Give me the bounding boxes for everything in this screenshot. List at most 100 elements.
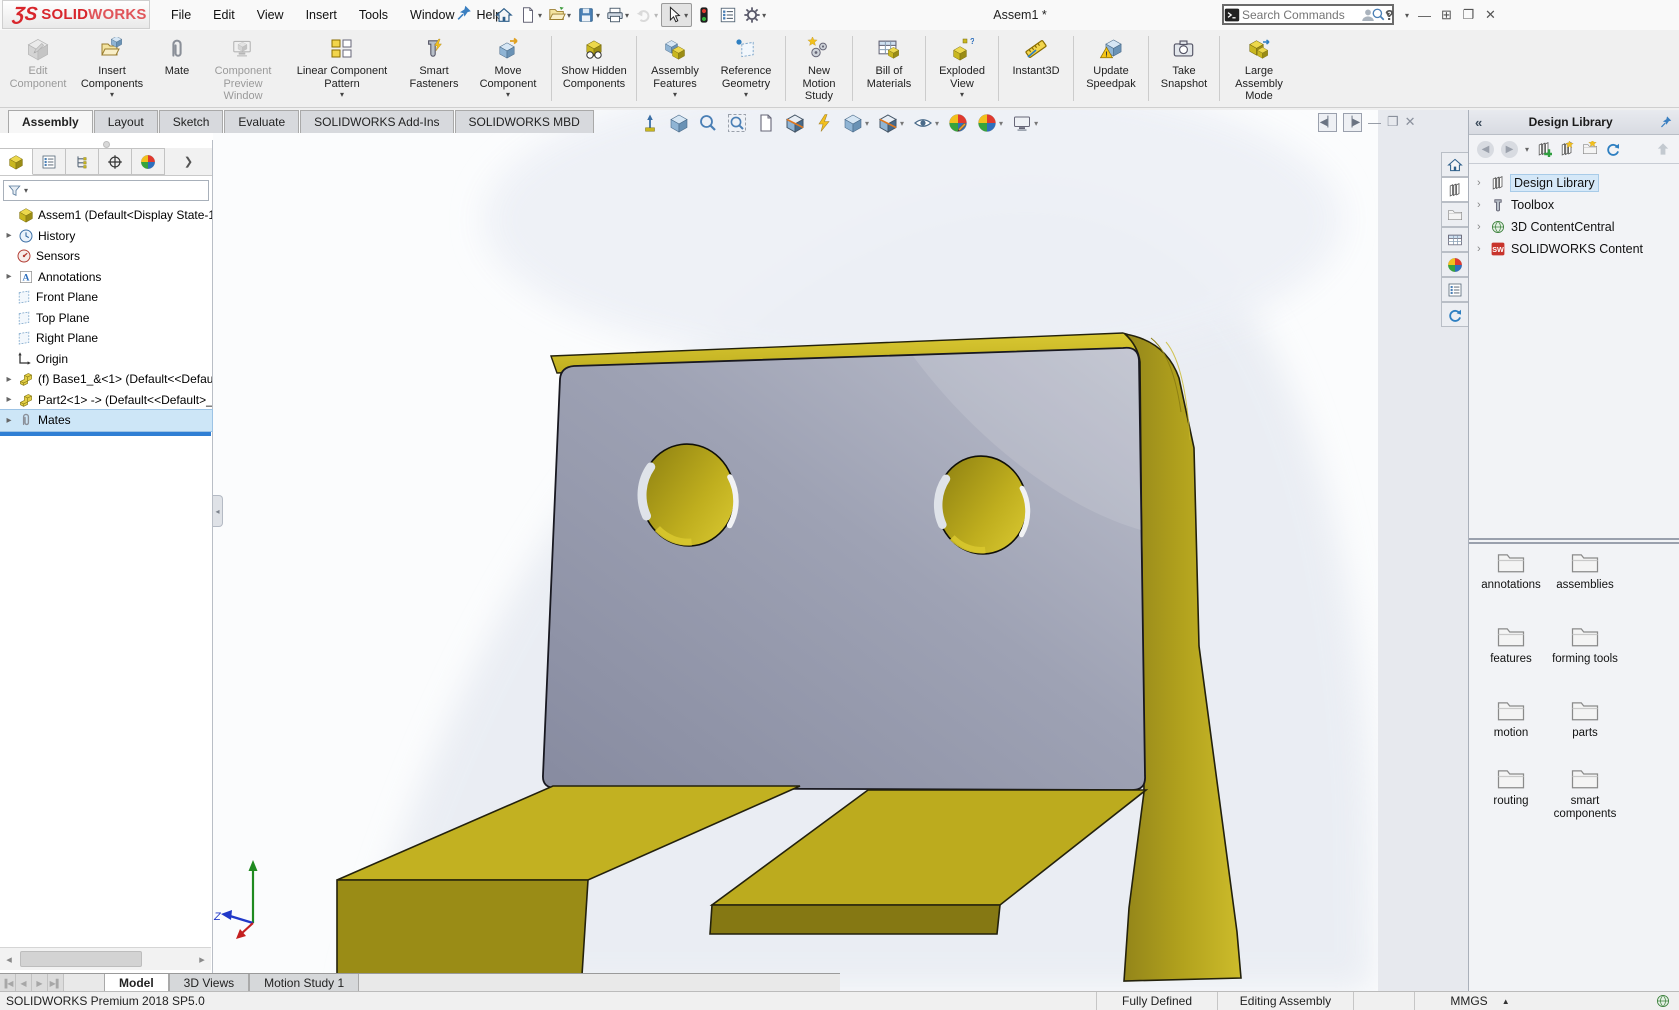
new-motion-study-button[interactable]: New Motion Study: [789, 30, 849, 107]
folder-motion[interactable]: motion: [1475, 698, 1547, 740]
forward-button[interactable]: ▶: [1501, 141, 1518, 158]
tab-layout[interactable]: Layout: [94, 110, 158, 133]
configurationmanager-tab[interactable]: [66, 148, 99, 175]
custom-properties-tab[interactable]: [1441, 277, 1468, 302]
add-to-library-icon[interactable]: [1536, 141, 1552, 157]
exploded-view-button[interactable]: ? Exploded View ▾: [929, 30, 995, 107]
help-button[interactable]: ?: [1380, 4, 1399, 26]
search-input[interactable]: [1240, 7, 1371, 23]
doc-close-button[interactable]: ✕: [1405, 114, 1416, 130]
zoom-previous-button[interactable]: [698, 113, 718, 133]
doc-minimize-button[interactable]: —: [1368, 115, 1381, 130]
insert-components-button[interactable]: Insert Components ▾: [72, 30, 152, 107]
library-item-design-library[interactable]: › Design Library: [1469, 172, 1679, 194]
add-file-location-icon[interactable]: [1559, 141, 1575, 157]
show-hidden-components-button[interactable]: Show Hidden Components: [555, 30, 633, 107]
forum-tab[interactable]: [1441, 302, 1468, 327]
restore-button[interactable]: ❐: [1459, 4, 1478, 26]
zoom-to-fit-button[interactable]: [669, 113, 689, 133]
part-part2-gray-plate[interactable]: [543, 348, 1145, 790]
folder-forming-tools[interactable]: forming tools: [1549, 624, 1621, 666]
propertymanager-tab[interactable]: [33, 148, 66, 175]
mate-button[interactable]: Mate: [152, 30, 202, 107]
expand-panes-button[interactable]: ⊞: [1437, 4, 1456, 26]
menu-tools[interactable]: Tools: [348, 8, 399, 22]
first-tab-button[interactable]: ▐◀: [0, 974, 16, 992]
doc-restore-button[interactable]: ❐: [1387, 114, 1399, 130]
zoom-to-area-button[interactable]: [727, 113, 747, 133]
tree-horizontal-scrollbar[interactable]: ◂ ▸: [0, 947, 211, 970]
view-orientation-button[interactable]: ▾: [843, 113, 869, 133]
component-preview-window-button[interactable]: Component Preview Window: [202, 30, 284, 107]
tab-3d-views[interactable]: 3D Views: [169, 974, 249, 992]
view-triad-button[interactable]: [640, 113, 660, 133]
tree-item-origin[interactable]: Origin: [0, 349, 212, 370]
help-dropdown-arrow[interactable]: ▾: [1402, 4, 1412, 26]
tab-sketch[interactable]: Sketch: [159, 110, 224, 133]
tab-assembly[interactable]: Assembly: [8, 110, 93, 133]
panel-grip[interactable]: [0, 140, 212, 148]
move-up-icon[interactable]: [1655, 141, 1671, 157]
instant3d-button[interactable]: Instant3D: [1002, 30, 1070, 107]
menu-edit[interactable]: Edit: [202, 8, 246, 22]
library-splitter[interactable]: [1469, 538, 1679, 544]
pin-menu-button[interactable]: [455, 4, 473, 22]
minimize-button[interactable]: —: [1415, 4, 1434, 26]
folder-assemblies[interactable]: assemblies: [1549, 550, 1621, 592]
display-style-button[interactable]: ▾: [878, 113, 904, 133]
new-document-button[interactable]: ▾: [516, 4, 545, 26]
rollback-bar[interactable]: [0, 432, 211, 436]
file-properties-button[interactable]: [716, 4, 740, 26]
print-button[interactable]: ▾: [603, 4, 632, 26]
status-globe-icon[interactable]: [1655, 993, 1671, 1009]
tree-item-top-plane[interactable]: Top Plane: [0, 308, 212, 329]
displaymanager-tab[interactable]: [132, 148, 165, 175]
next-tab-button[interactable]: ▶: [32, 974, 48, 992]
status-units-selector[interactable]: MMGS ▲: [1414, 992, 1545, 1010]
featuremanager-tab[interactable]: [0, 148, 33, 175]
tab-solidworks-mbd[interactable]: SOLIDWORKS MBD: [455, 110, 594, 133]
apply-scene-button[interactable]: ▾: [977, 113, 1003, 133]
solidworks-resources-tab[interactable]: [1441, 152, 1468, 177]
back-button[interactable]: ◀: [1477, 141, 1494, 158]
create-new-folder-icon[interactable]: [1582, 141, 1598, 157]
more-tabs-chevron[interactable]: ❯: [165, 148, 212, 175]
library-item-toolbox[interactable]: › Toolbox: [1469, 194, 1679, 216]
menu-file[interactable]: File: [160, 8, 202, 22]
tab-evaluate[interactable]: Evaluate: [224, 110, 299, 133]
tree-item-annotations[interactable]: ▸ Annotations: [0, 267, 212, 288]
undo-button[interactable]: ▾: [632, 4, 661, 26]
close-button[interactable]: ✕: [1481, 4, 1500, 26]
tree-item-history[interactable]: ▸ History: [0, 226, 212, 247]
options-button[interactable]: ▾: [740, 4, 769, 26]
tree-item-front-plane[interactable]: Front Plane: [0, 287, 212, 308]
tab-motion-study-1[interactable]: Motion Study 1: [249, 974, 359, 992]
library-item-solidworks-content[interactable]: › SOLIDWORKS Content: [1469, 238, 1679, 260]
large-assembly-mode-button[interactable]: Large Assembly Mode: [1223, 30, 1295, 107]
scroll-right-arrow[interactable]: ▸: [193, 953, 211, 966]
tab-model[interactable]: Model: [104, 974, 169, 992]
previous-pane-button[interactable]: ◀▏: [1318, 113, 1337, 132]
library-item-3d-contentcentral[interactable]: › 3D ContentCentral: [1469, 216, 1679, 238]
pin-icon[interactable]: [1659, 115, 1673, 129]
edit-component-button[interactable]: Edit Component: [4, 30, 72, 107]
smart-fasteners-button[interactable]: Smart Fasteners: [400, 30, 468, 107]
file-explorer-tab[interactable]: [1441, 202, 1468, 227]
hide-show-items-button[interactable]: ▾: [913, 113, 939, 133]
linear-component-pattern-button[interactable]: Linear Component Pattern ▾: [284, 30, 400, 107]
assembly-features-button[interactable]: Assembly Features ▾: [640, 30, 710, 107]
select-tool-button[interactable]: ▾: [661, 3, 692, 27]
edit-appearance-button[interactable]: [948, 113, 968, 133]
history-dropdown-arrow[interactable]: ▾: [1525, 145, 1529, 154]
menu-view[interactable]: View: [246, 8, 295, 22]
folder-parts[interactable]: parts: [1549, 698, 1621, 740]
next-pane-button[interactable]: ▕▶: [1343, 113, 1362, 132]
tree-item-base1[interactable]: ▸ (f) Base1_&<1> (Default<<Defaul: [0, 369, 212, 390]
tree-item-right-plane[interactable]: Right Plane: [0, 328, 212, 349]
folder-features[interactable]: features: [1475, 624, 1547, 666]
appearances-tab[interactable]: [1441, 252, 1468, 277]
open-button[interactable]: ▾: [545, 4, 574, 26]
folder-smart-components[interactable]: smart components: [1549, 766, 1621, 821]
dynamic-annotation-button[interactable]: [814, 113, 834, 133]
home-button[interactable]: [492, 4, 516, 26]
